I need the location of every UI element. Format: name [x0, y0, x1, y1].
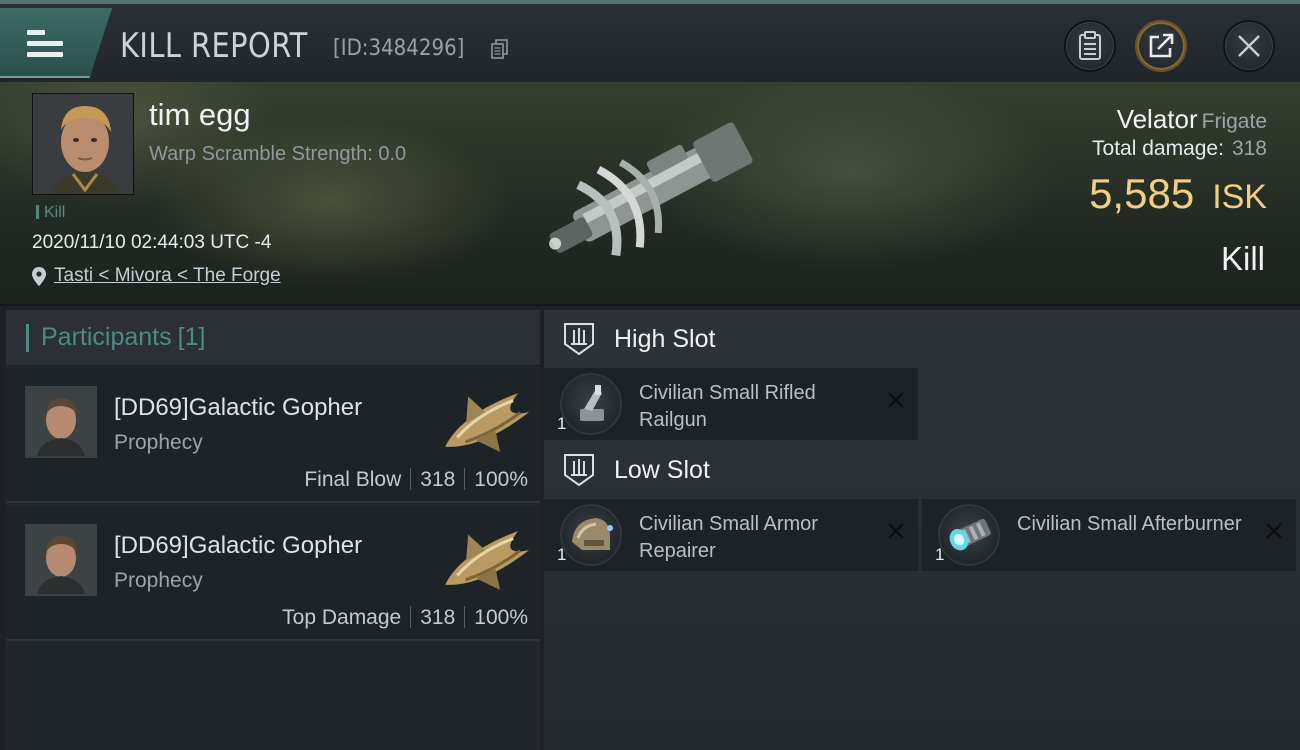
- share-icon: [1149, 33, 1174, 58]
- participants-count: [1]: [177, 323, 206, 351]
- participant-name[interactable]: [DD69]Galactic Gopher: [114, 394, 362, 422]
- participants-panel: Participants [1] [DD69]Galactic Gopher P…: [6, 310, 540, 750]
- fitting-panel: High Slot 1 Civilian Small Rifled Railgu…: [544, 310, 1300, 750]
- armor-repairer-icon: [560, 504, 622, 566]
- isk-unit: ISK: [1212, 178, 1267, 216]
- ship-class: Frigate: [1201, 110, 1267, 133]
- module-item[interactable]: 1 Civilian Small Armor Repairer: [544, 499, 918, 571]
- destroyed-x-icon: [888, 523, 904, 539]
- module-quantity: 1: [935, 545, 945, 564]
- close-icon: [1238, 35, 1260, 57]
- page-title: KILL REPORT: [120, 26, 308, 66]
- participant-ship: Prophecy: [114, 569, 203, 592]
- ship-render: [549, 122, 753, 257]
- isk-value-row: 5,585 ISK: [1089, 170, 1267, 218]
- menu-tab: [0, 8, 112, 78]
- participant-role: Top Damage: [282, 606, 402, 629]
- warp-scramble-strength: Warp Scramble Strength: 0.0: [149, 143, 407, 165]
- participant-ship-render: [445, 531, 530, 590]
- total-damage-value: 318: [1231, 137, 1267, 160]
- high-slot-header: High Slot: [562, 322, 715, 356]
- location-link[interactable]: Tasti < Mivora < The Forge: [54, 265, 281, 287]
- module-quantity: 1: [557, 545, 567, 564]
- participant-percent: 100%: [474, 606, 528, 629]
- participants-header: Participants [1]: [6, 310, 540, 366]
- participant-stats: Final Blow 318 100%: [304, 468, 528, 492]
- participant-avatar: [25, 524, 97, 596]
- participant-name[interactable]: [DD69]Galactic Gopher: [114, 532, 362, 560]
- victim-banner: tim egg Warp Scramble Strength: 0.0 Kill…: [0, 82, 1300, 306]
- module-name: Civilian Small Afterburner: [1017, 513, 1242, 535]
- railgun-icon: [560, 373, 622, 435]
- kill-tag: Kill: [36, 204, 65, 222]
- isk-value: 5,585: [1089, 170, 1195, 217]
- module-item[interactable]: 1 Civilian Small Rifled Railgun: [544, 368, 918, 440]
- victim-name[interactable]: tim egg: [149, 97, 251, 133]
- clipboard-button[interactable]: [1064, 20, 1116, 72]
- total-damage: Total damage: 318: [1092, 137, 1267, 161]
- module-quantity: 1: [557, 414, 567, 433]
- low-slot-header: Low Slot: [562, 453, 710, 487]
- participants-title: Participants: [41, 323, 172, 351]
- menu-icon[interactable]: [27, 30, 63, 58]
- location-row: Tasti < Mivora < The Forge: [32, 265, 281, 287]
- destroyed-x-icon: [888, 392, 904, 408]
- participant-row[interactable]: [DD69]Galactic Gopher Prophecy Final Blo…: [6, 368, 540, 503]
- victim-avatar: [33, 94, 133, 194]
- participant-role: Final Blow: [304, 468, 402, 491]
- kill-status: Kill: [1220, 240, 1265, 277]
- participant-stats: Top Damage 318 100%: [282, 606, 528, 630]
- low-slot-title: Low Slot: [614, 455, 710, 484]
- share-button[interactable]: [1135, 20, 1187, 72]
- afterburner-icon: [938, 504, 1000, 566]
- location-pin-icon: [32, 266, 46, 286]
- victim-portrait[interactable]: [32, 93, 134, 195]
- ship-info: Velator Frigate: [1117, 104, 1267, 135]
- participant-damage: 318: [420, 468, 456, 491]
- participant-damage: 318: [420, 606, 456, 629]
- participant-percent: 100%: [474, 468, 528, 491]
- kill-timestamp: 2020/11/10 02:44:03 UTC -4: [32, 232, 272, 253]
- destroyed-x-icon: [1266, 523, 1282, 539]
- module-item[interactable]: 1 Civilian Small Afterburner: [922, 499, 1296, 571]
- clipboard-icon: [1079, 31, 1101, 60]
- copy-icon[interactable]: [491, 39, 509, 59]
- high-slot-icon: [564, 323, 594, 356]
- high-slot-title: High Slot: [614, 324, 716, 353]
- participant-ship: Prophecy: [114, 431, 203, 454]
- low-slot-icon: [564, 454, 594, 487]
- participant-avatar: [25, 386, 97, 458]
- total-damage-label: Total damage:: [1092, 137, 1224, 160]
- top-bar: KILL REPORT [ID:3484296]: [0, 0, 1300, 82]
- ship-name[interactable]: Velator: [1117, 104, 1198, 134]
- module-name: Civilian Small Armor Repairer: [639, 513, 818, 562]
- module-name: Civilian Small Rifled Railgun: [639, 382, 816, 431]
- participant-row[interactable]: [DD69]Galactic Gopher Prophecy Top Damag…: [6, 506, 540, 641]
- close-button[interactable]: [1223, 20, 1275, 72]
- participant-ship-render: [445, 393, 530, 452]
- report-id: [ID:3484296]: [333, 36, 465, 61]
